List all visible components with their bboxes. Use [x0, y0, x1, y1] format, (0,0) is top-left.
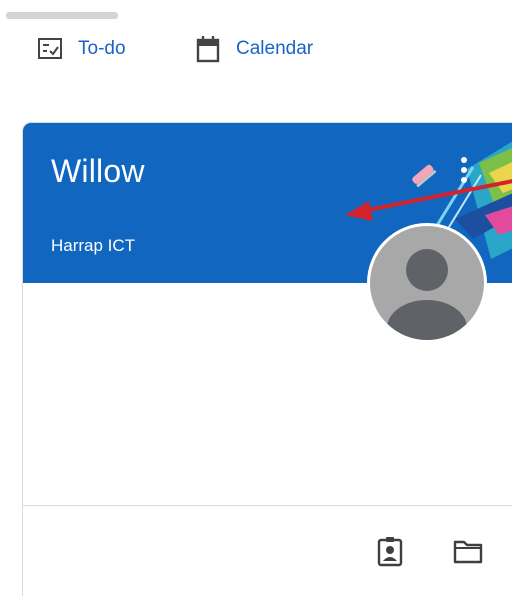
open-class-folder-button[interactable] [451, 534, 485, 568]
open-your-work-button[interactable] [373, 534, 407, 568]
google-classroom-home: To-do Calendar Willow Harrap ICT [0, 0, 512, 596]
todo-checklist-icon [36, 35, 64, 63]
more-vertical-icon [461, 157, 467, 183]
default-avatar-icon [387, 249, 467, 340]
class-title[interactable]: Willow [51, 153, 145, 190]
teacher-avatar[interactable] [367, 223, 487, 343]
class-section: Harrap ICT [51, 236, 136, 255]
todo-link[interactable]: To-do [36, 32, 126, 66]
folder-icon [453, 540, 483, 564]
class-card: Willow Harrap ICT [22, 122, 512, 596]
class-options-button[interactable] [453, 153, 475, 187]
calendar-icon [194, 35, 222, 63]
calendar-link[interactable]: Calendar [194, 32, 313, 66]
todo-label: To-do [78, 38, 126, 59]
calendar-label: Calendar [236, 38, 314, 59]
assignment-ind-icon [377, 537, 403, 567]
class-card-footer [23, 505, 512, 596]
top-divider [6, 12, 118, 19]
